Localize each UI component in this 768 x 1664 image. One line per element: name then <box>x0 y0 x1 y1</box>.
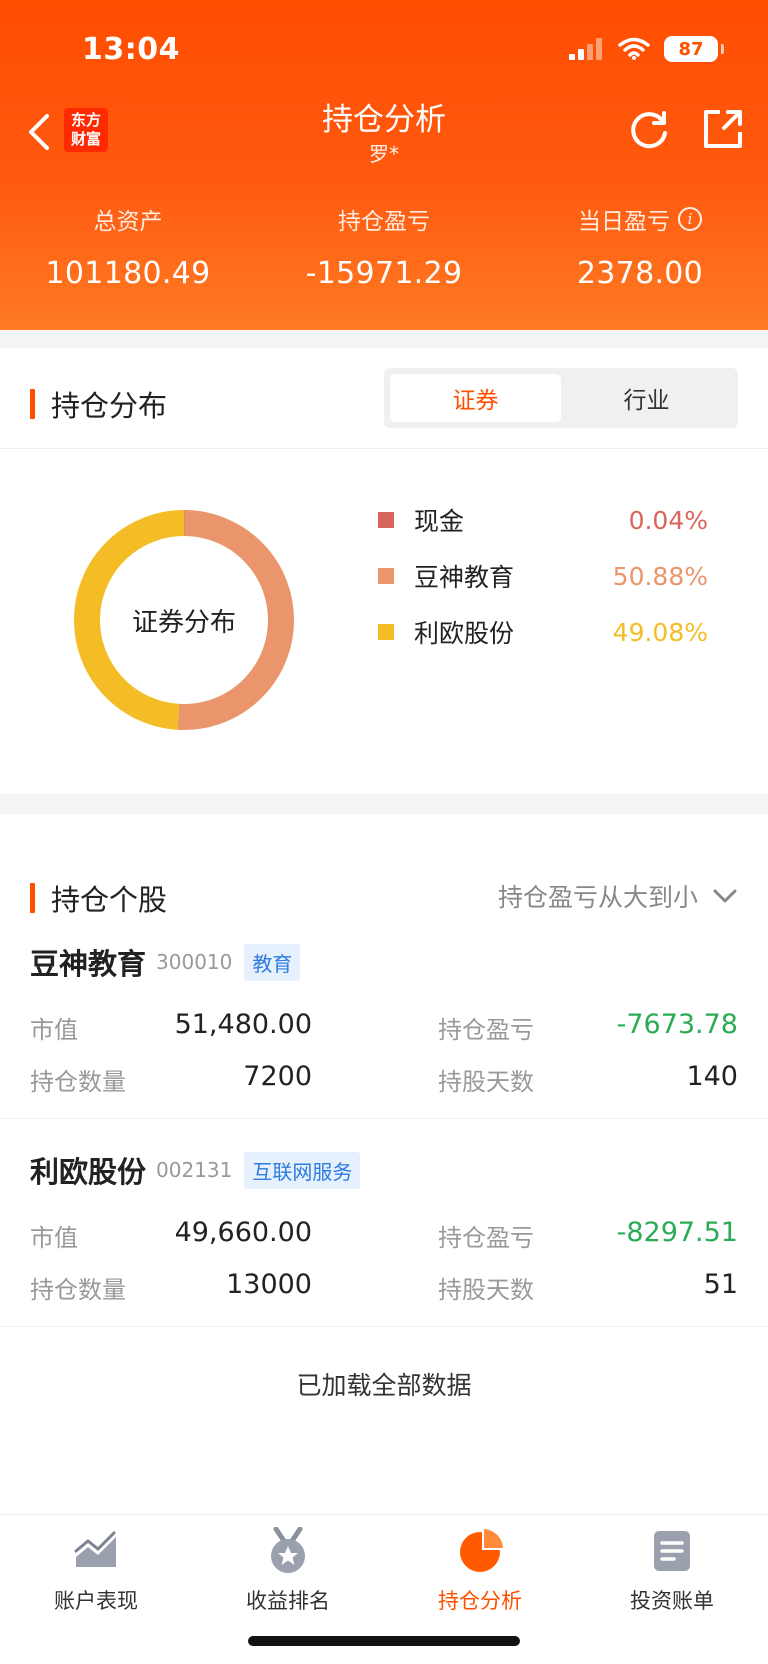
section-accent-bar <box>30 389 35 419</box>
medal-icon <box>271 1527 305 1573</box>
metric-label: 总资产 <box>93 209 163 235</box>
distribution-toggle: 证券 行业 <box>384 368 738 428</box>
days-label: 持股天数 <box>438 1068 534 1096</box>
tab-industry[interactable]: 行业 <box>561 374 732 422</box>
section-title: 持仓个股 <box>51 883 168 917</box>
battery-indicator: 87 <box>664 36 724 62</box>
industry-tag: 互联网服务 <box>244 1151 361 1189</box>
tab-label: 持仓分析 <box>438 1589 522 1613</box>
donut-center-label: 证券分布 <box>131 607 236 638</box>
legend-percent: 50.88% <box>612 561 708 591</box>
home-indicator <box>248 1636 520 1646</box>
chevron-down-icon <box>713 889 737 903</box>
tab-ranking[interactable]: 收益排名 <box>192 1527 384 1615</box>
section-title: 持仓分布 <box>51 389 168 423</box>
legend-item: 现金 0.04% <box>378 500 708 540</box>
pnl-label: 持仓盈亏 <box>438 1224 534 1252</box>
distribution-card: 持仓分布 证券 行业 证券分布 现金 0.04% 豆神教育 50.88% 利欧股… <box>0 348 768 794</box>
tab-investment-bill[interactable]: 投资账单 <box>576 1527 768 1615</box>
refresh-icon[interactable] <box>626 106 672 152</box>
divider <box>0 448 768 449</box>
all-loaded-message: 已加载全部数据 <box>296 1371 472 1400</box>
status-icons: 87 <box>568 36 724 62</box>
quantity-label: 持仓数量 <box>30 1276 126 1304</box>
legend-percent: 49.08% <box>612 617 708 647</box>
legend-name: 现金 <box>414 507 465 536</box>
days-value: 51 <box>703 1269 738 1300</box>
days-label: 持股天数 <box>438 1276 534 1304</box>
section-accent-bar <box>30 883 35 913</box>
chart-trend-icon <box>74 1531 116 1567</box>
industry-tag: 教育 <box>244 943 301 981</box>
wifi-icon <box>618 37 650 60</box>
tab-label: 投资账单 <box>630 1589 714 1613</box>
metric-total-assets: 总资产 101180.49 <box>0 204 256 291</box>
metric-value: -15971.29 <box>305 256 463 291</box>
metric-label: 当日盈亏 <box>578 209 670 235</box>
metric-value: 2378.00 <box>576 256 704 291</box>
status-time: 13:04 <box>82 32 180 67</box>
legend-name: 豆神教育 <box>414 563 515 592</box>
share-icon[interactable] <box>700 106 746 152</box>
legend-name: 利欧股份 <box>414 619 515 648</box>
metric-label: 持仓盈亏 <box>338 209 430 235</box>
stock-name: 利欧股份 <box>30 1155 147 1189</box>
legend-item: 豆神教育 50.88% <box>378 556 708 596</box>
days-value: 140 <box>686 1061 738 1092</box>
stock-row[interactable]: 豆神教育 300010 教育 市值 51,480.00 持仓盈亏 -7673.7… <box>0 940 768 1148</box>
legend-swatch <box>378 624 394 640</box>
market-value: 51,480.00 <box>174 1009 312 1040</box>
legend-swatch <box>378 568 394 584</box>
market-value-label: 市值 <box>30 1224 78 1252</box>
metric-value: 101180.49 <box>45 256 211 291</box>
pie-chart-icon <box>460 1529 503 1572</box>
sort-dropdown[interactable]: 持仓盈亏从大到小 <box>498 878 738 914</box>
quantity-value: 13000 <box>226 1269 312 1300</box>
stock-name: 豆神教育 <box>30 947 147 981</box>
holdings-header: 持仓个股 <box>30 877 167 919</box>
sort-label: 持仓盈亏从大到小 <box>497 883 698 912</box>
info-icon[interactable]: i <box>678 207 702 231</box>
bill-icon <box>654 1531 690 1571</box>
metric-daily-pnl: 当日盈亏 i 2378.00 <box>512 204 768 291</box>
tab-label: 收益排名 <box>246 1589 330 1613</box>
quantity-value: 7200 <box>243 1061 312 1092</box>
metric-position-pnl: 持仓盈亏 -15971.29 <box>256 204 512 291</box>
stock-code: 300010 <box>156 950 233 974</box>
tab-label: 账户表现 <box>54 1589 138 1613</box>
legend-item: 利欧股份 49.08% <box>378 612 708 652</box>
divider <box>0 1118 768 1119</box>
distribution-header: 持仓分布 <box>30 383 167 425</box>
legend-swatch <box>378 512 394 528</box>
tab-position-analysis[interactable]: 持仓分析 <box>384 1527 576 1615</box>
quantity-label: 持仓数量 <box>30 1068 126 1096</box>
pnl-value: -8297.51 <box>616 1217 738 1248</box>
tab-account-performance[interactable]: 账户表现 <box>0 1527 192 1615</box>
tab-securities[interactable]: 证券 <box>390 374 561 422</box>
market-value-label: 市值 <box>30 1016 78 1044</box>
pnl-value: -7673.78 <box>616 1009 738 1040</box>
divider <box>0 1326 768 1327</box>
stock-code: 002131 <box>156 1158 233 1182</box>
header: 13:04 87 东方 财富 持仓分析 罗* 总资产 101180.49 持仓盈… <box>0 0 768 330</box>
stock-row[interactable]: 利欧股份 002131 互联网服务 市值 49,660.00 持仓盈亏 -829… <box>0 1148 768 1356</box>
pnl-label: 持仓盈亏 <box>438 1016 534 1044</box>
legend-percent: 0.04% <box>628 505 708 535</box>
market-value: 49,660.00 <box>174 1217 312 1248</box>
holdings-card: 持仓个股 持仓盈亏从大到小 豆神教育 300010 教育 市值 51,480.0… <box>0 814 768 1514</box>
signal-icon <box>569 38 602 60</box>
